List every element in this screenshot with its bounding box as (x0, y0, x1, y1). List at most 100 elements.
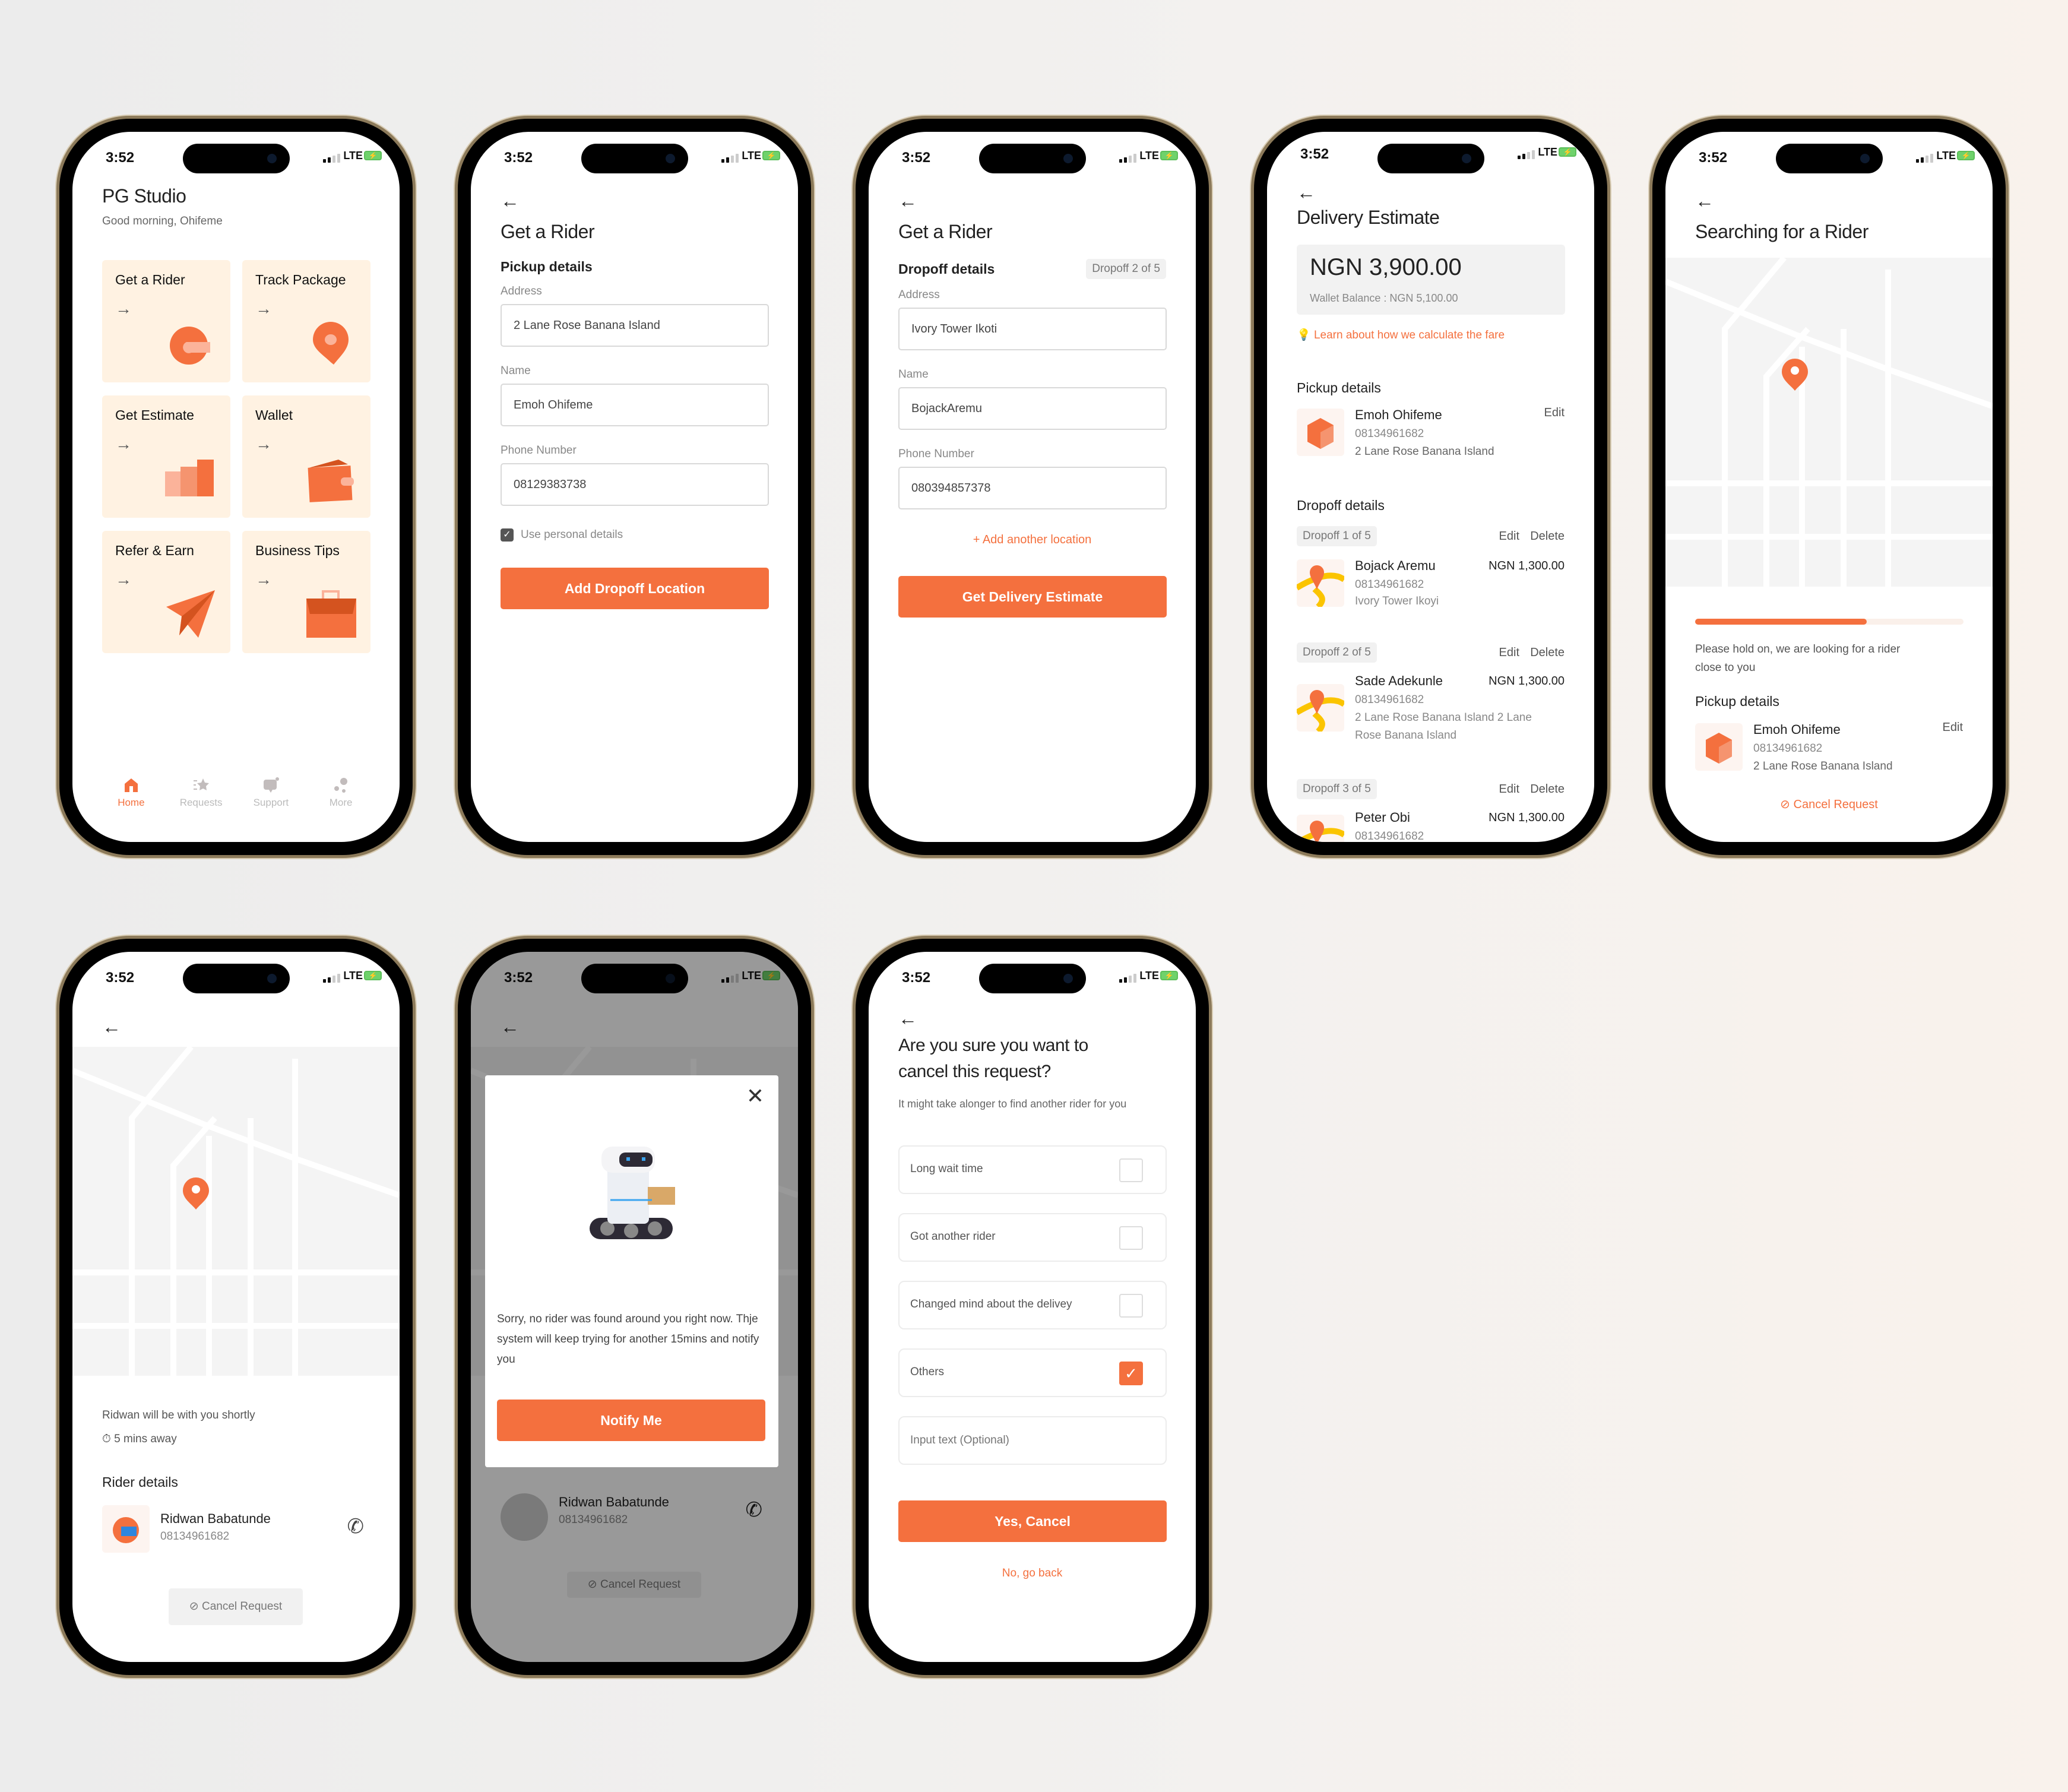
nav-label: Home (118, 797, 145, 808)
status-time: 3:52 (1300, 146, 1329, 162)
pickup-edit-link[interactable]: Edit (1544, 406, 1565, 420)
map-route-icon (1295, 815, 1346, 842)
cancel-request-button[interactable]: ⊘ Cancel Request (169, 1588, 303, 1625)
briefcase-icon (306, 590, 356, 638)
card-get-estimate[interactable]: Get Estimate → (102, 395, 230, 518)
go-back-link[interactable]: No, go back (869, 1567, 1196, 1580)
signal-icon (1518, 150, 1535, 159)
back-arrow-icon[interactable]: ← (898, 1009, 917, 1028)
reason-checkbox[interactable] (1119, 1294, 1143, 1318)
yes-cancel-button[interactable]: Yes, Cancel (898, 1500, 1167, 1542)
add-location-link[interactable]: + Add another location (869, 533, 1196, 547)
back-arrow-icon[interactable]: ← (1297, 183, 1316, 202)
status-time: 3:52 (1699, 150, 1728, 166)
nav-requests[interactable]: Requests (175, 777, 228, 824)
fare-info-link[interactable]: 💡 Learn about how we calculate the fare (1297, 328, 1505, 342)
card-wallet[interactable]: Wallet → (242, 395, 370, 518)
dynamic-island (581, 144, 688, 173)
pickup-section-title: Pickup details (1297, 380, 1381, 395)
address-label: Address (898, 289, 940, 301)
add-dropoff-button[interactable]: Add Dropoff Location (501, 568, 769, 609)
notify-me-button[interactable]: Notify Me (497, 1400, 765, 1441)
dynamic-island (183, 144, 290, 173)
edit-link[interactable]: Edit (1499, 646, 1519, 660)
eta-value: 5 mins away (114, 1433, 177, 1445)
name-input[interactable]: BojackAremu (898, 387, 1167, 430)
reason-checkbox-checked[interactable]: ✓ (1119, 1362, 1143, 1385)
page-title: Searching for a Rider (1695, 221, 1869, 242)
network-label: LTE (343, 970, 363, 982)
reason-option[interactable]: Changed mind about the delivey (898, 1281, 1167, 1329)
bottom-nav: Home Requests Support More (72, 777, 400, 824)
dropoff-badge: Dropoff 2 of 5 (1297, 642, 1377, 663)
dropoff-address: Ivory Tower Ikoyi (1355, 595, 1439, 607)
reason-option[interactable]: Others ✓ (898, 1348, 1167, 1397)
address-input[interactable]: 2 Lane Rose Banana Island (501, 304, 769, 347)
reason-text-input[interactable] (898, 1416, 1167, 1465)
phone-searching: 3:52 LTE ⚡ ← Searching for a Rider Pleas… (1652, 119, 2006, 855)
camera-icon (267, 154, 277, 163)
call-phone-icon[interactable]: ✆ (347, 1515, 365, 1538)
edit-link[interactable]: Edit (1499, 530, 1519, 543)
dropoff-form-screen: 3:52 LTE ⚡ ← Get a Rider Dropoff details… (869, 132, 1196, 842)
pickup-edit-link[interactable]: Edit (1943, 721, 1963, 734)
address-label: Address (501, 285, 542, 297)
dynamic-island (1776, 144, 1883, 173)
cancel-request-button[interactable]: ⊘ Cancel Request (1665, 797, 1993, 812)
get-estimate-button[interactable]: Get Delivery Estimate (898, 576, 1167, 618)
signal-icon (1119, 974, 1136, 983)
card-track-package[interactable]: Track Package → (242, 260, 370, 382)
back-arrow-icon[interactable]: ← (898, 191, 917, 210)
phone-input[interactable]: 08129383738 (501, 463, 769, 506)
reason-checkbox[interactable] (1119, 1226, 1143, 1250)
no-rider-message: Sorry, no rider was found around you rig… (497, 1313, 759, 1366)
rider-section-title: Rider details (102, 1474, 178, 1490)
nav-support[interactable]: Support (244, 777, 297, 824)
map-view[interactable] (1665, 258, 1993, 587)
reason-label: Changed mind about the delivey (910, 1298, 1072, 1310)
card-get-a-rider[interactable]: Get a Rider → (102, 260, 230, 382)
requests-star-icon (193, 778, 209, 790)
map-view[interactable] (72, 1047, 400, 1376)
phone-home: 3:52 LTE ⚡ PG Studio Good morning, Ohife… (59, 119, 413, 855)
reason-checkbox[interactable] (1119, 1158, 1143, 1182)
back-arrow-icon[interactable]: ← (1695, 191, 1714, 210)
card-label: Get a Rider (115, 272, 185, 287)
name-input[interactable]: Emoh Ohifeme (501, 384, 769, 426)
reason-label: Others (910, 1366, 945, 1378)
rider-found-screen: 3:52 LTE ⚡ ← Ridwan will be with you sho… (72, 952, 400, 1662)
use-personal-checkbox[interactable]: ✓ (501, 528, 514, 542)
dropoff-count-badge: Dropoff 2 of 5 (1086, 259, 1166, 279)
reason-label: Got another rider (910, 1230, 996, 1243)
back-arrow-icon[interactable]: ← (102, 1017, 121, 1036)
nav-home[interactable]: Home (104, 777, 158, 824)
cancel-label: Cancel Request (1793, 798, 1878, 811)
delete-link[interactable]: Delete (1530, 646, 1565, 660)
pickup-address: 2 Lane Rose Banana Island (1753, 760, 1893, 772)
package-box-icon (1695, 723, 1743, 771)
close-icon[interactable]: ✕ (746, 1084, 764, 1109)
arrow-right-icon: → (115, 570, 132, 588)
pickup-phone: 08134961682 (1355, 428, 1424, 440)
delete-link[interactable]: Delete (1530, 783, 1565, 796)
stopwatch-icon: ⏱ (102, 1433, 111, 1445)
map-route-icon (1295, 684, 1346, 734)
dropoff-badge: Dropoff 3 of 5 (1297, 779, 1377, 799)
dropoff-phone: 08134961682 (1355, 830, 1424, 842)
card-business-tips[interactable]: Business Tips → (242, 531, 370, 653)
delete-link[interactable]: Delete (1530, 530, 1565, 543)
phone-input[interactable]: 080394857378 (898, 467, 1167, 509)
nav-more[interactable]: More (314, 777, 368, 824)
camera-icon (267, 974, 277, 983)
page-title: Get a Rider (898, 221, 993, 242)
card-refer-earn[interactable]: Refer & Earn → (102, 531, 230, 653)
edit-link[interactable]: Edit (1499, 783, 1519, 796)
search-message: Please hold on, we are looking for a rid… (1695, 643, 1901, 674)
address-input[interactable]: Ivory Tower Ikoti (898, 308, 1167, 350)
phone-rider-found: 3:52 LTE ⚡ ← Ridwan will be with you sho… (59, 939, 413, 1675)
reason-option[interactable]: Got another rider (898, 1213, 1167, 1262)
nav-label: More (329, 797, 353, 808)
back-arrow-icon[interactable]: ← (501, 191, 520, 210)
reason-option[interactable]: Long wait time (898, 1145, 1167, 1194)
page-title: Get a Rider (501, 221, 595, 242)
